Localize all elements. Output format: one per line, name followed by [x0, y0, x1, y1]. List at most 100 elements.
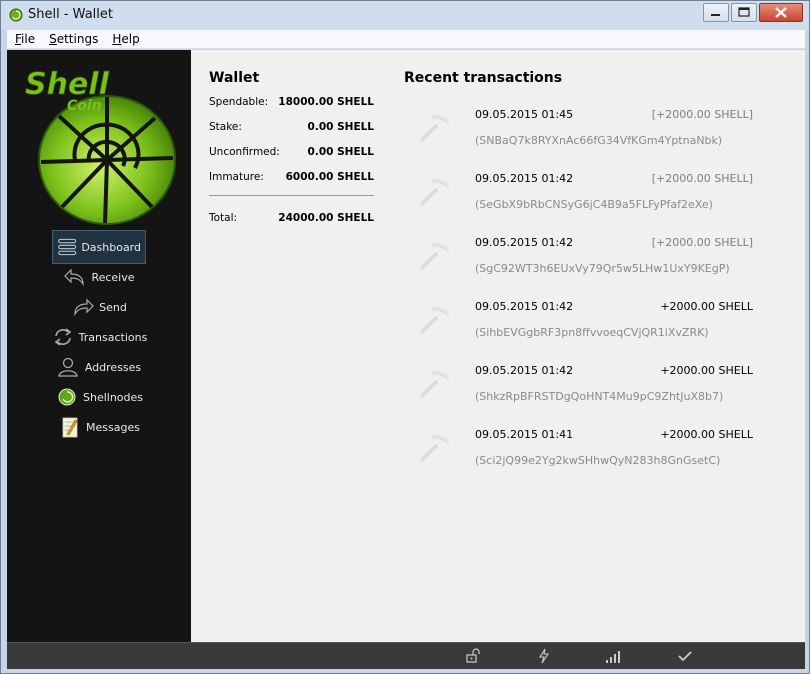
sidebar-item-messages[interactable]: Messages — [7, 412, 191, 442]
transaction-date: 09.05.2015 01:42 — [475, 300, 574, 313]
sidebar-item-send[interactable]: Send — [7, 292, 191, 322]
immature-label: Immature: — [209, 171, 264, 183]
main-content: Wallet Spendable: 18000.00 SHELL Stake: … — [191, 50, 805, 642]
sidebar-item-dashboard-inner[interactable]: Dashboard — [52, 230, 146, 264]
logo-text-coin: Coin — [67, 98, 102, 114]
connections-signal-icon[interactable] — [605, 648, 621, 664]
transaction-amount: [+2000.00 SHELL] — [651, 236, 753, 249]
shellcoin-logo: Shell Coin — [25, 67, 176, 225]
lock-open-icon[interactable] — [465, 648, 481, 664]
sidebar-item-shellnodes[interactable]: Shellnodes — [7, 382, 191, 412]
receive-arrow-icon — [64, 268, 85, 287]
shellnodes-globe-icon — [58, 388, 76, 406]
sidebar-item-shellnodes-inner[interactable]: Shellnodes — [51, 382, 147, 412]
addresses-user-icon — [58, 357, 78, 377]
transaction-amount: [+2000.00 SHELL] — [651, 172, 753, 185]
send-arrow-icon — [74, 298, 94, 317]
transaction-address: (SeGbX9bRbCNSyG6jC4B9a5FLFyPfaf2eXe) — [475, 198, 713, 211]
transaction-address: (SgC92WT3h6EUxVy79Qr5w5LHw1UxY9KEgP) — [475, 262, 730, 275]
app-window: Shell - Wallet File Settings Help Shell … — [0, 0, 810, 674]
mined-pickaxe-icon — [420, 242, 449, 270]
sidebar-item-label: Addresses — [84, 360, 142, 374]
balance-row-unconfirmed: Unconfirmed: 0.00 SHELL — [209, 144, 374, 169]
transaction-row[interactable]: 09.05.2015 01:42 +2000.00 SHELL (ShkzRpB… — [419, 358, 759, 422]
spendable-label: Spendable: — [209, 96, 269, 108]
mined-pickaxe-icon — [420, 178, 449, 206]
sidebar-item-messages-inner[interactable]: Messages — [54, 412, 144, 442]
mined-pickaxe-icon — [420, 434, 449, 462]
sidebar-item-transactions[interactable]: Transactions — [7, 322, 191, 352]
messages-notepad-icon — [62, 417, 78, 438]
close-button[interactable] — [759, 3, 803, 22]
minimize-icon — [711, 14, 720, 16]
immature-value: 6000.00 SHELL — [285, 171, 374, 183]
balance-divider — [209, 195, 374, 196]
sidebar-item-dashboard[interactable]: Dashboard — [7, 230, 191, 264]
transaction-amount: +2000.00 SHELL — [660, 300, 753, 313]
balance-row-spendable: Spendable: 18000.00 SHELL — [209, 94, 374, 119]
sidebar-nav: Dashboard Receive Send Transactions Addr… — [7, 230, 191, 442]
window-controls — [701, 3, 803, 23]
transaction-row[interactable]: 09.05.2015 01:42 +2000.00 SHELL (SihbEVG… — [419, 294, 759, 358]
mined-pickaxe-icon — [420, 114, 449, 142]
transaction-date: 09.05.2015 01:42 — [475, 364, 574, 377]
transaction-amount: +2000.00 SHELL — [660, 428, 753, 441]
menu-file[interactable]: File — [15, 32, 35, 46]
menu-help[interactable]: Help — [112, 32, 139, 46]
transaction-address: (Sci2jQ99e2Yg2kwSHhwQyN283h8GnGsetC) — [475, 454, 721, 467]
sidebar-item-label: Send — [99, 300, 127, 314]
minimize-button[interactable] — [703, 3, 729, 22]
sidebar-item-addresses-inner[interactable]: Addresses — [53, 352, 145, 382]
stake-label: Stake: — [209, 121, 242, 133]
synced-check-icon[interactable] — [677, 648, 693, 664]
balance-row-immature: Immature: 6000.00 SHELL — [209, 169, 374, 194]
transaction-date: 09.05.2015 01:41 — [475, 428, 574, 441]
spendable-value: 18000.00 SHELL — [278, 96, 374, 108]
sidebar-item-label: Transactions — [78, 330, 148, 344]
transaction-amount: [+2000.00 SHELL] — [651, 108, 753, 121]
recent-transactions-title: Recent transactions — [404, 70, 563, 86]
sidebar-item-receive[interactable]: Receive — [7, 262, 191, 292]
unconfirmed-label: Unconfirmed: — [209, 146, 280, 158]
close-icon — [775, 7, 787, 18]
mined-pickaxe-icon — [420, 306, 449, 334]
transaction-row[interactable]: 09.05.2015 01:42 [+2000.00 SHELL] (SgC92… — [419, 230, 759, 294]
transaction-date: 09.05.2015 01:42 — [475, 236, 574, 249]
transaction-date: 09.05.2015 01:45 — [475, 108, 574, 121]
balance-row-total: Total: 24000.00 SHELL — [209, 210, 374, 235]
transactions-refresh-icon — [54, 328, 71, 346]
transaction-row[interactable]: 09.05.2015 01:45 [+2000.00 SHELL] (SNBaQ… — [419, 102, 759, 166]
transaction-row[interactable]: 09.05.2015 01:42 [+2000.00 SHELL] (SeGbX… — [419, 166, 759, 230]
sidebar-item-addresses[interactable]: Addresses — [7, 352, 191, 382]
title-bar[interactable]: Shell - Wallet — [1, 1, 809, 30]
menu-bar: File Settings Help — [7, 30, 805, 49]
sidebar: Shell Coin Dashboard Receive Send Transa… — [7, 50, 191, 642]
maximize-icon — [738, 7, 750, 17]
sidebar-item-label: Dashboard — [81, 240, 141, 254]
wallet-balances: Spendable: 18000.00 SHELL Stake: 0.00 SH… — [209, 94, 374, 194]
sidebar-item-label: Messages — [86, 420, 140, 434]
sidebar-item-send-inner[interactable]: Send — [67, 292, 131, 322]
status-bar — [7, 642, 805, 669]
window-title: Shell - Wallet — [28, 7, 113, 22]
logo-text-shell: Shell — [25, 67, 110, 102]
mined-pickaxe-icon — [420, 370, 449, 398]
sidebar-item-receive-inner[interactable]: Receive — [59, 262, 138, 292]
transaction-date: 09.05.2015 01:42 — [475, 172, 574, 185]
sidebar-item-label: Receive — [91, 270, 135, 284]
app-shell-icon — [9, 8, 23, 22]
transaction-amount: +2000.00 SHELL — [660, 364, 753, 377]
total-value: 24000.00 SHELL — [278, 212, 374, 224]
recent-transactions-list: 09.05.2015 01:45 [+2000.00 SHELL] (SNBaQ… — [419, 102, 759, 486]
maximize-button[interactable] — [731, 3, 757, 22]
sidebar-item-transactions-inner[interactable]: Transactions — [47, 322, 152, 352]
menu-settings[interactable]: Settings — [49, 32, 98, 46]
transaction-row[interactable]: 09.05.2015 01:41 +2000.00 SHELL (Sci2jQ9… — [419, 422, 759, 486]
stake-value: 0.00 SHELL — [307, 121, 374, 133]
sidebar-item-label: Shellnodes — [82, 390, 144, 404]
dashboard-icon — [58, 238, 77, 256]
transaction-address: (SihbEVGgbRF3pn8ffvvoeqCVjQR1iXvZRK) — [475, 326, 709, 339]
total-label: Total: — [209, 212, 238, 224]
staking-lightning-icon[interactable] — [536, 648, 552, 664]
balance-row-stake: Stake: 0.00 SHELL — [209, 119, 374, 144]
